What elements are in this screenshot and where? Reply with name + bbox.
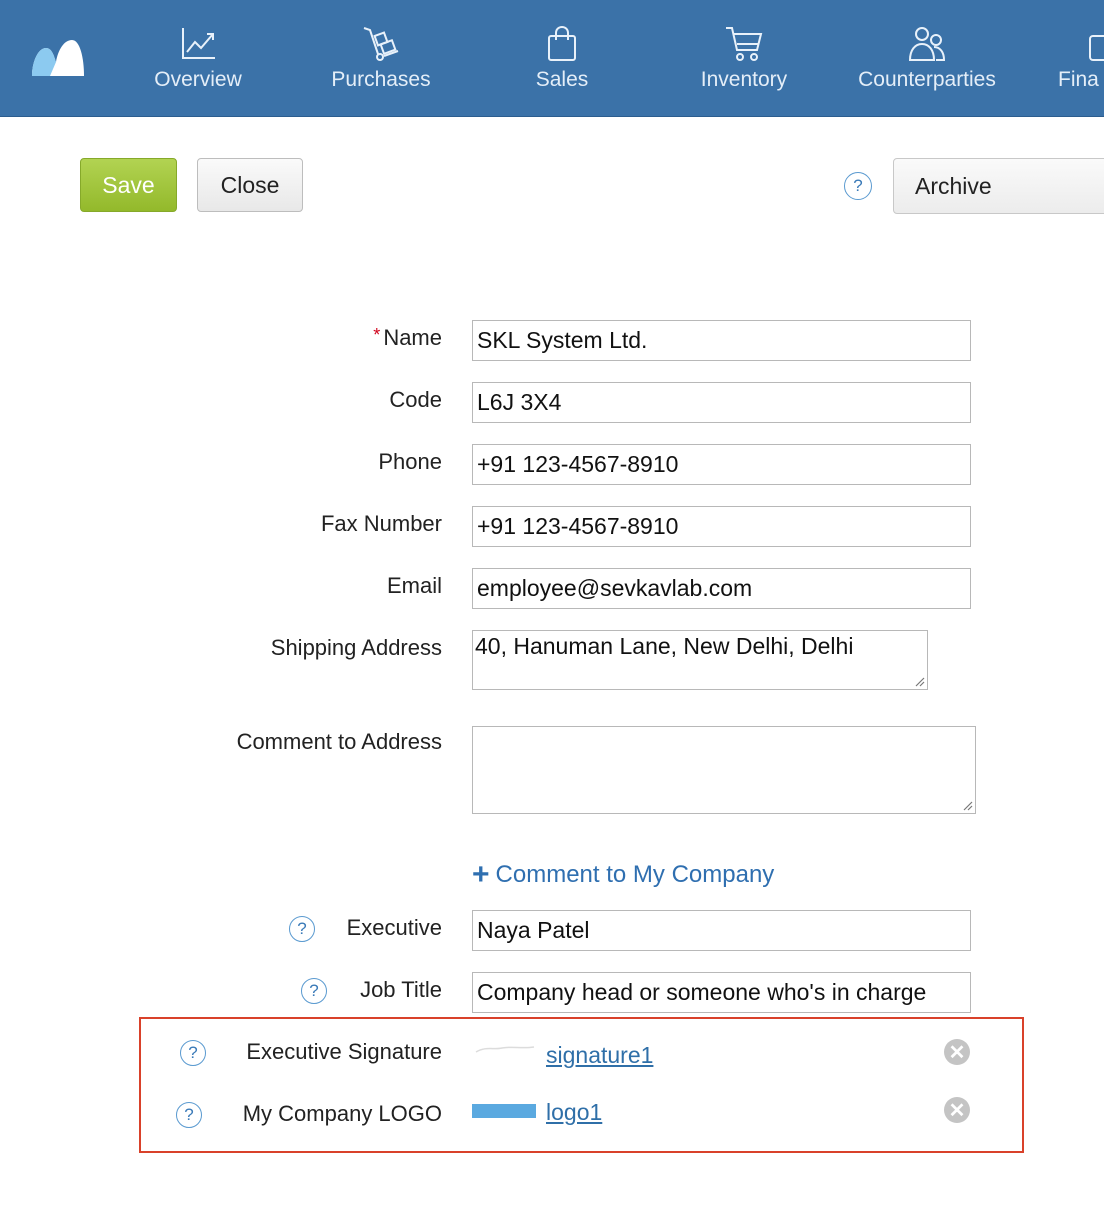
nav-overview-label: Overview <box>154 68 242 91</box>
job-title-label: Job Title <box>360 977 442 1002</box>
signature-help-icon[interactable]: ? <box>180 1040 206 1066</box>
executive-help-icon[interactable]: ? <box>289 916 315 942</box>
help-icon[interactable]: ? <box>844 172 872 200</box>
save-button[interactable]: Save <box>80 158 177 212</box>
executive-signature-label: Executive Signature <box>246 1039 442 1064</box>
signature-file-link[interactable]: signature1 <box>546 1042 653 1069</box>
nav-finance-label: Fina <box>1058 68 1099 91</box>
remove-signature-icon[interactable]: ✕ <box>944 1039 970 1065</box>
plus-icon: + <box>472 858 490 891</box>
code-label: Code <box>389 387 442 412</box>
comment-to-address-label: Comment to Address <box>236 729 442 754</box>
nav-purchases[interactable]: Purchases <box>326 24 436 104</box>
archive-button[interactable]: Archive <box>893 158 1104 214</box>
logo-thumbnail[interactable] <box>472 1104 536 1118</box>
phone-label: Phone <box>378 449 442 474</box>
job-title-help-icon[interactable]: ? <box>301 978 327 1004</box>
executive-label: Executive <box>346 915 442 940</box>
nav-sales-label: Sales <box>535 68 589 91</box>
job-title-input[interactable]: Company head or someone who's in charge <box>472 972 971 1013</box>
nav-overview[interactable]: Overview <box>150 24 246 104</box>
logo-help-icon[interactable]: ? <box>176 1102 202 1128</box>
add-comment-link[interactable]: + Comment to My Company <box>472 858 774 892</box>
code-input[interactable]: L6J 3X4 <box>472 382 971 423</box>
shipping-address-label: Shipping Address <box>270 635 442 660</box>
fax-label: Fax Number <box>320 511 442 536</box>
nav-inventory[interactable]: Inventory <box>696 24 792 104</box>
name-input[interactable]: SKL System Ltd. <box>472 320 971 361</box>
nav-counterparties-label: Counterparties <box>858 68 996 91</box>
nav-sales[interactable]: Sales <box>530 24 594 104</box>
resize-grip-icon[interactable] <box>961 799 973 811</box>
company-logo-label: My Company LOGO <box>242 1101 442 1126</box>
resize-grip-icon[interactable] <box>913 675 925 687</box>
nav-counterparties[interactable]: Counterparties <box>852 24 1002 104</box>
signature-thumbnail[interactable] <box>472 1040 538 1060</box>
email-label: Email <box>386 573 442 598</box>
shipping-address-value: 40, Hanuman Lane, New Delhi, Delhi <box>475 633 854 659</box>
top-nav-bar: Overview Purchases Sales Inventory Count… <box>0 0 1104 117</box>
shopping-cart-icon <box>726 27 763 61</box>
people-icon <box>908 27 946 61</box>
remove-logo-icon[interactable]: ✕ <box>944 1097 970 1123</box>
email-input[interactable]: employee@sevkavlab.com <box>472 568 971 609</box>
nav-inventory-label: Inventory <box>700 68 788 91</box>
phone-input[interactable]: +91 123-4567-8910 <box>472 444 971 485</box>
name-label: * Name <box>373 325 442 351</box>
chart-line-icon <box>182 28 215 59</box>
executive-input[interactable]: Naya Patel <box>472 910 971 951</box>
fax-input[interactable]: +91 123-4567-8910 <box>472 506 971 547</box>
logo-file-link[interactable]: logo1 <box>546 1099 602 1126</box>
shopping-bag-icon <box>548 25 576 61</box>
required-mark: * <box>373 325 381 345</box>
nav-purchases-label: Purchases <box>331 68 431 91</box>
attachments-highlight <box>139 1017 1024 1153</box>
app-logo-icon[interactable] <box>30 38 86 78</box>
nav-finance[interactable]: Fina <box>1058 24 1104 104</box>
hand-truck-icon <box>363 27 399 61</box>
name-label-text: Name <box>383 325 442 350</box>
add-comment-link-text: Comment to My Company <box>495 861 775 888</box>
wallet-icon <box>1089 35 1104 61</box>
shipping-address-textarea[interactable]: 40, Hanuman Lane, New Delhi, Delhi <box>472 630 928 690</box>
comment-to-address-textarea[interactable] <box>472 726 976 814</box>
close-button[interactable]: Close <box>197 158 303 212</box>
